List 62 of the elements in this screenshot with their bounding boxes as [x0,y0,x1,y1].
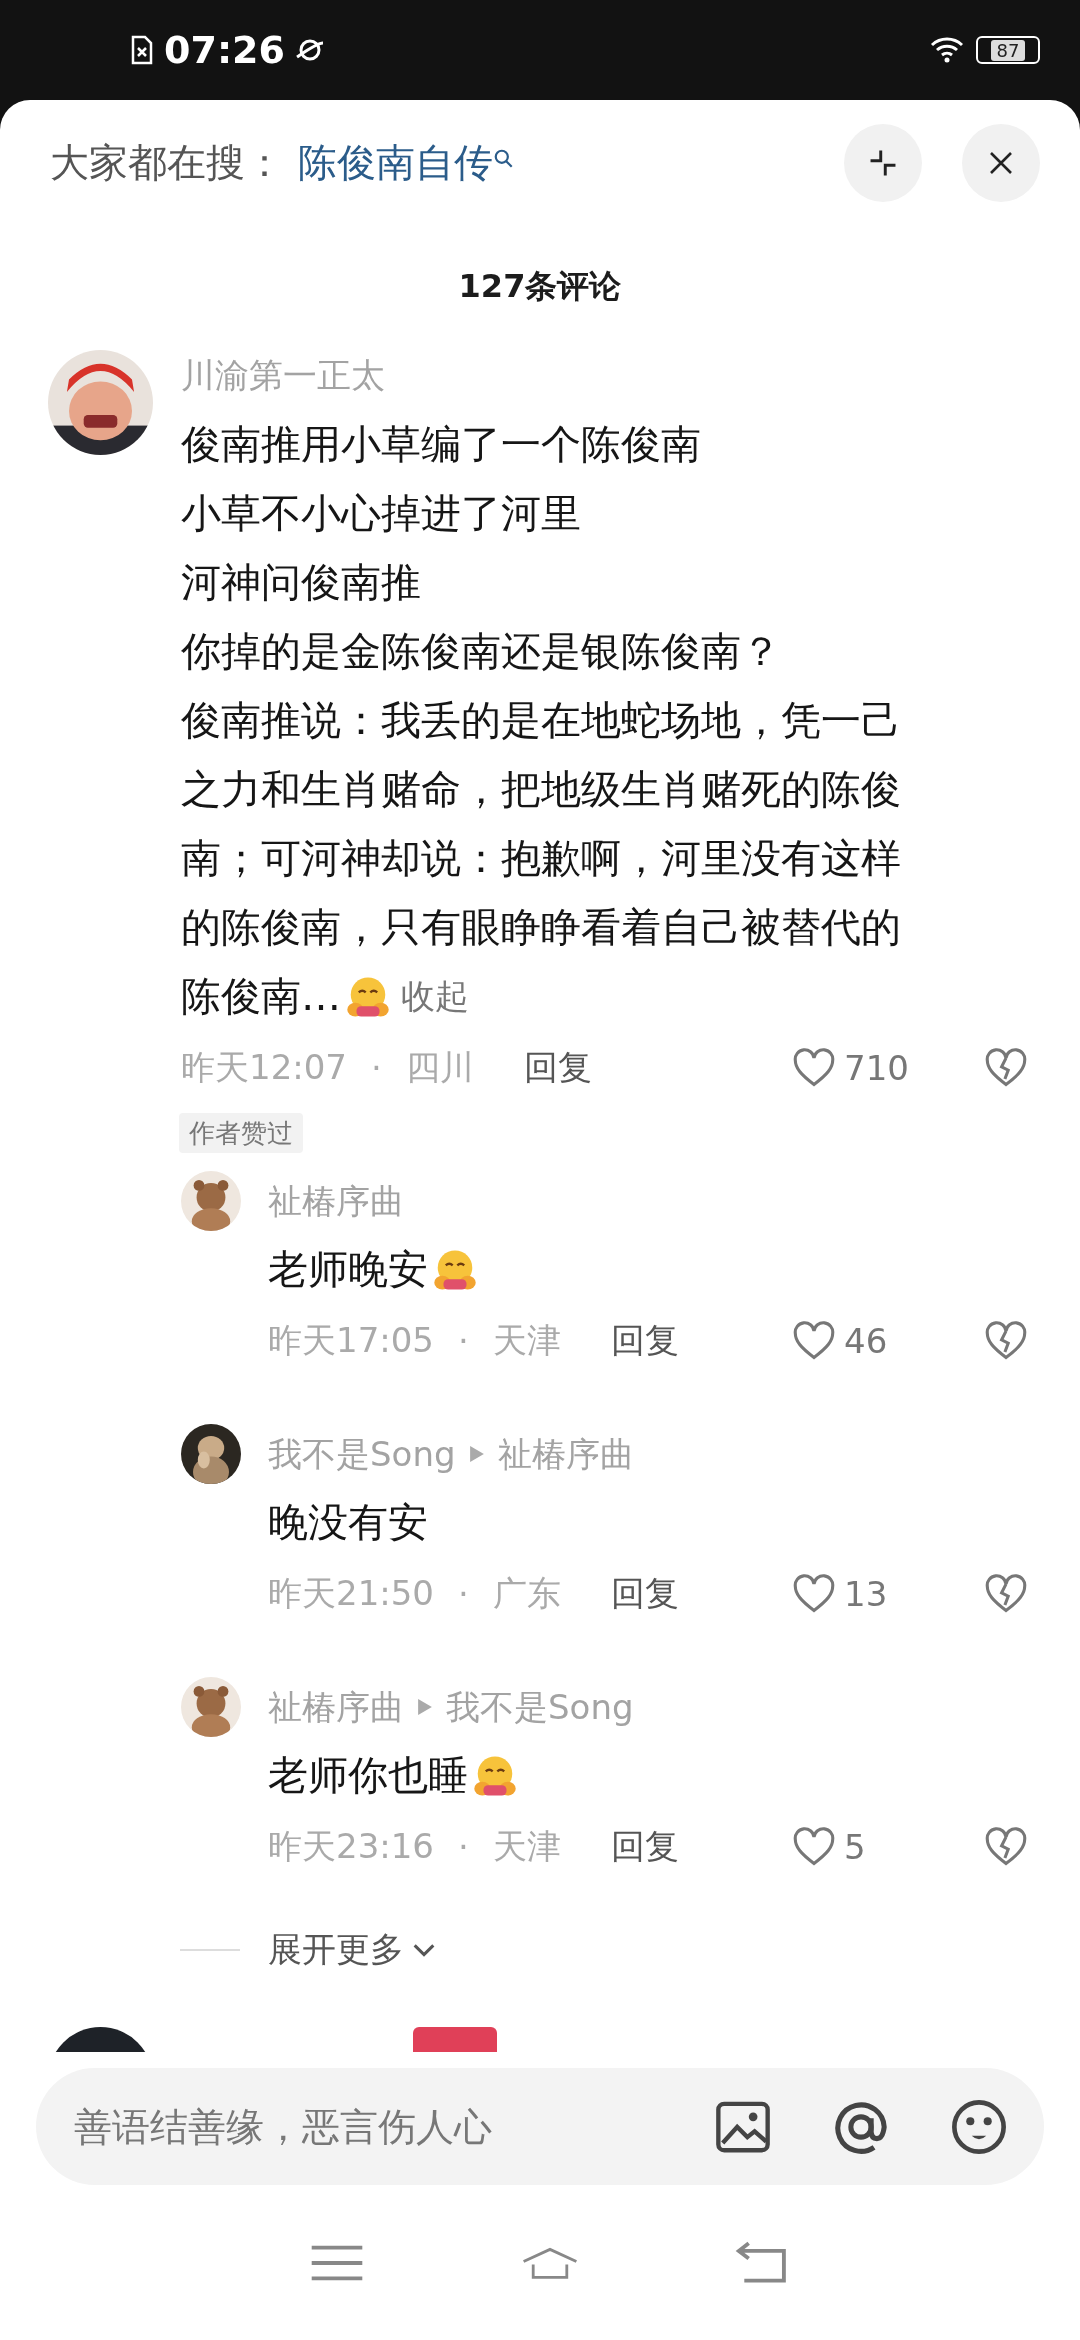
author-liked-tag: 作者赞过 [179,1113,303,1153]
username[interactable]: 祉椿序曲 [268,1682,404,1732]
comment-text: 陈俊南… [181,972,341,1021]
chevron-down-icon [412,1943,436,1957]
heart-icon[interactable] [792,1827,836,1867]
reply-link[interactable]: 回复 [523,1045,592,1091]
reply-time: 昨天17:05 [268,1319,434,1362]
reply-to-username[interactable]: 祉椿序曲 [497,1429,634,1479]
like-count: 46 [844,1321,889,1361]
reply-arrow-icon [469,1446,484,1462]
emoji-icon[interactable] [950,2097,1008,2156]
reply-location: 广东 [492,1572,561,1615]
heart-icon[interactable] [792,1321,836,1361]
separator-dot: · [458,1321,469,1361]
like-count: 5 [844,1827,867,1867]
comment-text: 南；可河神却说：抱歉啊，河里没有这样 [181,834,901,883]
trending-label: 大家都在搜： [50,139,284,187]
battery-icon: 87 [976,36,1040,64]
comment-text: 你掉的是金陈俊南还是银陈俊南？ [181,627,781,676]
reply-text: 老师晚安 [268,1245,428,1294]
reply-link[interactable]: 回复 [610,1318,679,1364]
heart-icon[interactable] [792,1574,836,1614]
comment-location: 四川 [405,1046,474,1089]
reply-to-username[interactable]: 我不是Song [446,1682,634,1732]
reply-text: 老师你也睡 [268,1751,468,1800]
broken-heart-icon[interactable] [984,1574,1028,1614]
trending-search-link[interactable]: 陈俊南自传 [298,136,493,190]
username[interactable]: 川渝第一正太 [181,350,1028,400]
collapse-link[interactable]: 收起 [401,962,469,1031]
reply-arrow-icon [418,1699,432,1715]
comment-count: 127条评论 [457,266,623,306]
separator-dot: · [371,1048,382,1088]
reply-link[interactable]: 回复 [610,1571,679,1617]
like-count: 13 [844,1574,889,1614]
wifi-icon [930,36,966,64]
heart-icon[interactable] [792,1048,836,1088]
search-icon [493,148,515,170]
comment-text: 小草不小心掉进了河里 [181,489,581,538]
broken-heart-icon[interactable] [984,1321,1028,1361]
status-time: 07:26 [164,28,285,72]
reply-location: 天津 [492,1319,561,1362]
sim-card-icon [130,35,154,65]
comment-text: 俊南推说：我丢的是在地蛇场地，凭一己 [181,696,901,745]
reply-time: 昨天23:16 [268,1825,434,1868]
username[interactable]: 我不是Song [268,1429,456,1479]
like-count: 710 [844,1048,910,1088]
username[interactable]: 祉椿序曲 [268,1176,404,1226]
separator-dot: · [458,1827,469,1867]
reply-location: 天津 [492,1825,561,1868]
comment-input[interactable]: 善语结善缘，恶言伤人心 [72,2103,654,2150]
comment-time: 昨天12:07 [181,1046,347,1089]
comment-text: 俊南推用小草编了一个陈俊南 [181,420,701,469]
broken-heart-icon[interactable] [984,1827,1028,1867]
comment-text: 河神问俊南推 [181,558,421,607]
reply-text: 晚没有安 [268,1498,428,1547]
expand-more-link[interactable]: 展开更多 [268,1927,404,1973]
separator-dot: · [458,1574,469,1614]
comment-text: 之力和生肖赌命，把地级生肖赌死的陈俊 [181,765,901,814]
broken-heart-icon[interactable] [984,1048,1028,1088]
comment-text: 的陈俊南，只有眼睁睁看着自己被替代的 [181,903,901,952]
reply-link[interactable]: 回复 [610,1824,679,1870]
reply-time: 昨天21:50 [268,1572,434,1615]
